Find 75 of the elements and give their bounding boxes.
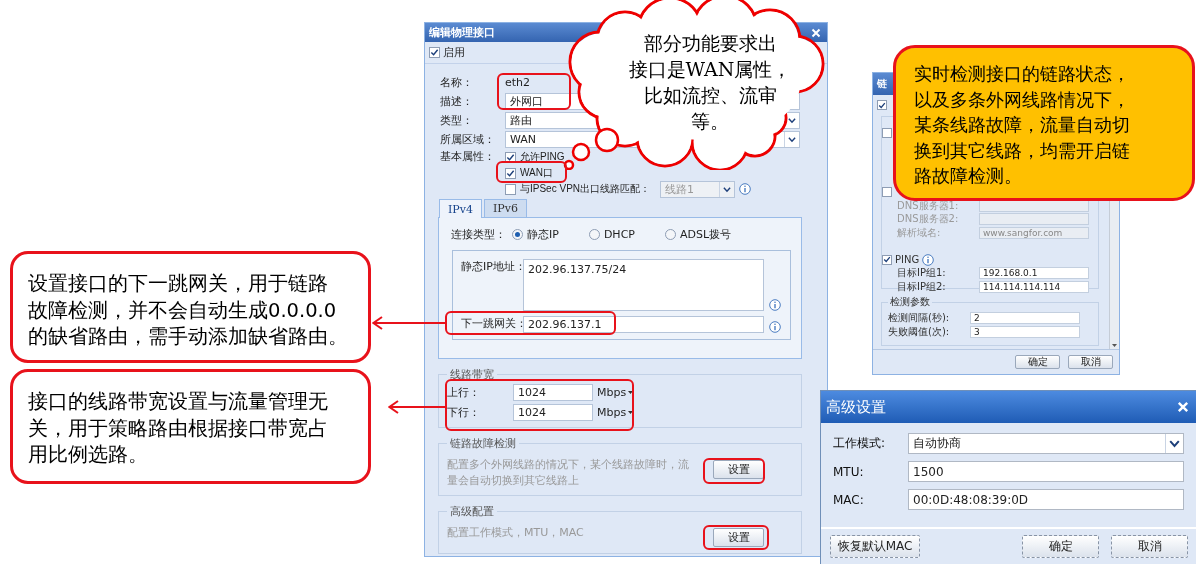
section-title: 高级配置 (449, 504, 495, 519)
field-label: 静态IP地址： (461, 259, 523, 274)
field-label: 失败阈值(次): (888, 325, 951, 339)
callout-text-line: 路故障检测。 (914, 164, 1022, 188)
field-label: 基本属性： (440, 149, 496, 165)
tab[interactable]: IPv6 (483, 199, 527, 217)
text-area[interactable]: 202.96.137.75/24 (523, 259, 764, 311)
unit-dropdown[interactable]: Mbps (593, 406, 793, 419)
radio-label: ADSL拨号 (679, 226, 732, 242)
field-label: MTU: (833, 464, 865, 479)
cloud-text-line: 接口是WAN属性， (628, 57, 792, 82)
field-value: eth2 (505, 76, 532, 89)
text-field[interactable]: 3 (970, 326, 1080, 338)
callout-text-line: 的缺省路由，需手动添加缺省路由。 (28, 324, 348, 350)
text-field[interactable]: 192.168.0.1 (979, 267, 1089, 280)
section-title: 线路带宽 (449, 367, 495, 382)
callout-text-line: 接口的线路带宽设置与流量管理无 (28, 389, 328, 415)
field-label: 名称： (440, 75, 474, 90)
field-label: 工作模式: (833, 435, 887, 452)
dialog-button[interactable]: 取消 (1068, 355, 1113, 369)
field-label: 所属区域： (440, 132, 496, 147)
callout-text-line: 用比例选路。 (28, 442, 148, 468)
window-title: 链 (877, 77, 887, 91)
text-field[interactable]: 00:0D:48:08:39:0D (908, 489, 1184, 510)
tab[interactable]: IPv4 (439, 199, 482, 218)
field-label: 连接类型： (451, 226, 506, 242)
callout-text-line: 以及多条外网线路情况下， (914, 87, 1130, 112)
cloud-text-line: 比如流控、流审 (643, 83, 777, 108)
text-field[interactable]: 1024 (513, 384, 593, 401)
callout-text-line: 故障检测，并不会自动生成0.0.0.0 (28, 297, 337, 324)
cloud-text-line: 等。 (691, 109, 729, 134)
callout-text-line: 换到其它线路，均需开启链 (914, 138, 1130, 163)
unit-dropdown[interactable]: Mbps (593, 386, 793, 399)
callout-text-line: 实时检测接口的链路状态， (914, 62, 1130, 86)
dropdown[interactable]: 自动协商 (908, 433, 1184, 454)
checkbox-label: 启用 (443, 45, 465, 60)
text-field[interactable]: 2 (970, 312, 1080, 324)
radio-label: 静态IP (527, 226, 559, 242)
section-title: 检测参数 (889, 295, 931, 309)
cloud-text-line: 部分功能要求出 (643, 31, 777, 56)
section-description: 配置多个外网线路的情况下，某个线路故障时，流量会自动切换到其它线路上 (447, 457, 690, 489)
field-label: MAC: (833, 492, 865, 507)
field-label: 目标IP组2: (897, 279, 947, 294)
dialog-button[interactable]: 恢复默认MAC (830, 535, 920, 558)
field-label: 上行： (447, 385, 481, 400)
text-field[interactable]: 1500 (908, 461, 1184, 482)
section-description: 配置工作模式，MTU，MAC (447, 525, 585, 541)
dialog-button[interactable]: 确定 (1022, 535, 1099, 558)
text-field[interactable]: 114.114.114.114 (979, 280, 1089, 293)
text-field[interactable]: 1024 (513, 404, 593, 421)
field-label: 下一跳网关： (461, 316, 523, 331)
checkbox-label: PING (895, 254, 920, 266)
field-label: 类型： (440, 113, 474, 128)
checkbox-label: 允许PING (520, 150, 565, 164)
checkbox-label: WAN口 (520, 166, 553, 180)
field-label: DNS服务器1: (897, 198, 960, 213)
field-label: DNS服务器2: (897, 212, 960, 227)
callout-text-line: 某条线路故障，流量自动切 (914, 113, 1130, 137)
radio-label: DHCP (603, 227, 635, 241)
field-label: 目标IP组1: (897, 266, 947, 281)
settings-button[interactable]: 设置 (713, 528, 764, 547)
field-label: 解析域名: (897, 225, 942, 240)
checkbox-label: 与IPSec VPN出口线路匹配： (520, 182, 651, 196)
field-label: 检测间隔(秒): (888, 311, 951, 325)
dialog-button[interactable]: 取消 (1111, 535, 1188, 558)
callout-text-line: 设置接口的下一跳网关，用于链路 (28, 271, 328, 297)
window-title: 高级设置 (826, 397, 886, 417)
dialog-button[interactable]: 确定 (1015, 355, 1060, 369)
section-title: 链路故障检测 (449, 436, 517, 451)
callout-text-line: 关，用于策略路由根据接口带宽占 (28, 415, 328, 442)
field-label: 下行： (447, 405, 481, 420)
field-label: 描述： (440, 94, 474, 109)
text-field[interactable]: 202.96.137.1 (523, 316, 764, 333)
window-title: 编辑物理接口 (429, 25, 495, 40)
settings-button[interactable]: 设置 (713, 460, 764, 479)
